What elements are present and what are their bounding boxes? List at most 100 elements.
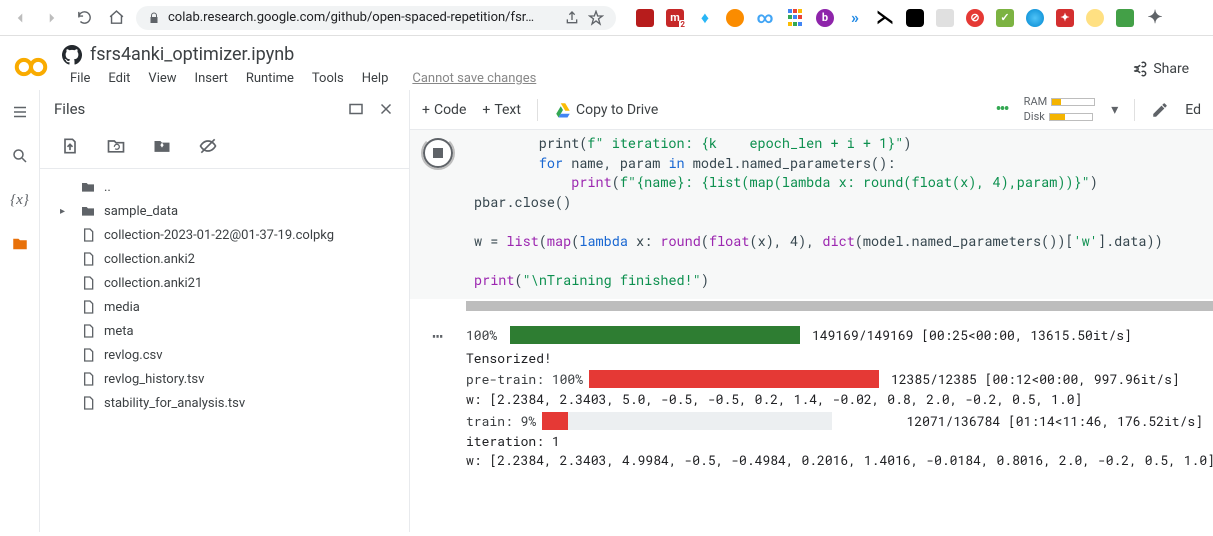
ext-icon[interactable] xyxy=(1086,9,1104,27)
ext-icon[interactable]: ✦ xyxy=(1056,9,1074,27)
resource-meter[interactable]: RAM Disk xyxy=(1024,95,1096,124)
file-icon xyxy=(80,395,98,411)
ext-icon[interactable]: ✓ xyxy=(996,9,1014,27)
menu-edit[interactable]: Edit xyxy=(100,67,138,90)
github-icon xyxy=(62,45,82,65)
file-icon xyxy=(80,347,98,363)
output-text: iteration: 1 xyxy=(410,432,1203,452)
ext-icon[interactable]: b xyxy=(816,9,834,27)
output-text: w: [2.2384, 2.3403, 4.9984, -0.5, -0.498… xyxy=(410,451,1203,471)
menu-view[interactable]: View xyxy=(140,67,184,90)
code-cell[interactable]: print(f" iteration: {k epoch_len + i + 1… xyxy=(410,130,1213,299)
file-item[interactable]: meta xyxy=(40,319,409,343)
back-button[interactable] xyxy=(8,6,32,30)
add-code-button[interactable]: +Code xyxy=(422,102,466,118)
mount-drive-icon[interactable] xyxy=(152,136,172,156)
share-url-icon[interactable] xyxy=(564,10,580,26)
file-item[interactable]: revlog.csv xyxy=(40,343,409,367)
share-label: Share xyxy=(1153,61,1189,77)
refresh-folder-icon[interactable] xyxy=(106,136,126,156)
share-button[interactable]: Share xyxy=(1121,52,1197,86)
progress-bar xyxy=(510,326,800,344)
dropdown-icon[interactable]: ▾ xyxy=(1111,102,1118,118)
ext-icon[interactable] xyxy=(906,9,924,27)
menu-help[interactable]: Help xyxy=(354,67,397,90)
ext-icon[interactable] xyxy=(936,9,954,27)
menu-runtime[interactable]: Runtime xyxy=(238,67,302,90)
padlock-icon xyxy=(148,12,160,24)
notebook-title[interactable]: fsrs4anki_optimizer.ipynb xyxy=(90,44,294,65)
close-panel-icon[interactable] xyxy=(377,100,395,118)
colab-logo-icon xyxy=(12,48,50,86)
folder-icon xyxy=(80,203,98,219)
home-button[interactable] xyxy=(104,6,128,30)
left-rail: {x} xyxy=(0,90,40,532)
edit-pencil-icon[interactable] xyxy=(1151,101,1169,119)
file-item[interactable]: stability_for_analysis.tsv xyxy=(40,391,409,415)
new-window-icon[interactable] xyxy=(347,100,365,118)
file-icon xyxy=(80,275,98,291)
output-menu-icon[interactable]: ⋯ xyxy=(410,323,466,347)
file-icon xyxy=(80,299,98,315)
ext-icon[interactable]: ⊘ xyxy=(966,9,984,27)
code-content[interactable]: print(f" iteration: {k epoch_len + i + 1… xyxy=(466,130,1203,299)
file-label: collection.anki21 xyxy=(104,276,202,291)
progress-bar xyxy=(589,370,879,388)
files-tree: ..▸sample_data collection-2023-01-22@01-3… xyxy=(40,169,409,421)
ext-icon[interactable] xyxy=(1116,9,1134,27)
output-text: w: [2.2384, 2.3403, 5.0, -0.5, -0.5, 0.2… xyxy=(410,390,1203,410)
file-item[interactable]: revlog_history.tsv xyxy=(40,367,409,391)
search-icon[interactable] xyxy=(10,146,30,166)
file-label: collection-2023-01-22@01-37-19.colpkg xyxy=(104,228,334,243)
folder-item[interactable]: ▸sample_data xyxy=(40,199,409,223)
ext-icon[interactable]: ⋋ xyxy=(876,9,894,27)
ext-icon[interactable] xyxy=(636,9,654,27)
variables-icon[interactable]: {x} xyxy=(10,190,30,210)
ext-icon[interactable]: ∞ xyxy=(756,9,774,27)
progress-pct: 100% xyxy=(466,326,504,344)
upload-icon[interactable] xyxy=(60,136,80,156)
horizontal-scrollbar[interactable] xyxy=(466,301,1213,311)
file-item[interactable]: collection.anki21 xyxy=(40,271,409,295)
ext-icon[interactable] xyxy=(726,9,744,27)
ext-icon[interactable]: m2 xyxy=(666,9,684,27)
toc-icon[interactable] xyxy=(10,102,30,122)
reload-button[interactable] xyxy=(72,6,96,30)
progress-stats: 149169/149169 [00:25<00:00, 13615.50it/s… xyxy=(812,326,1132,344)
edit-label: Ed xyxy=(1185,102,1201,118)
file-item[interactable]: collection.anki2 xyxy=(40,247,409,271)
ext-icon[interactable]: » xyxy=(846,9,864,27)
ext-icon[interactable] xyxy=(1026,9,1044,27)
files-panel: Files ..▸sample_data collection-2023-01-2… xyxy=(40,90,410,532)
output-text: Tensorized! xyxy=(410,349,1203,369)
menu-file[interactable]: File xyxy=(62,67,98,90)
hide-files-icon[interactable] xyxy=(198,136,218,156)
files-title: Files xyxy=(54,100,85,118)
progress-bar xyxy=(542,412,832,430)
spinner-icon xyxy=(421,136,455,170)
menu-tools[interactable]: Tools xyxy=(304,67,352,90)
files-icon[interactable] xyxy=(10,234,30,254)
file-label: stability_for_analysis.tsv xyxy=(104,396,245,411)
star-icon[interactable] xyxy=(588,10,604,26)
cell-output: ⋯ 100% 149169/149169 [00:25<00:00, 13615… xyxy=(410,317,1213,481)
url-bar[interactable]: colab.research.google.com/github/open-sp… xyxy=(136,6,616,30)
add-text-button[interactable]: +Text xyxy=(482,102,521,118)
copy-to-drive-button[interactable]: Copy to Drive xyxy=(554,101,658,119)
ext-icon[interactable]: ♦ xyxy=(696,9,714,27)
file-label: revlog_history.tsv xyxy=(104,372,204,387)
ext-icon[interactable] xyxy=(786,9,804,27)
file-label: media xyxy=(104,300,140,315)
extension-icons: m2 ♦ ∞ b » ⋋ ⊘ ✓ ✦ ✦ xyxy=(636,9,1164,27)
file-item[interactable]: collection-2023-01-22@01-37-19.colpkg xyxy=(40,223,409,247)
file-icon xyxy=(80,323,98,339)
file-item[interactable]: media xyxy=(40,295,409,319)
file-label: meta xyxy=(104,324,134,339)
file-icon xyxy=(80,251,98,267)
ext-icon[interactable]: ✦ xyxy=(1146,9,1164,27)
forward-button[interactable] xyxy=(40,6,64,30)
menu-insert[interactable]: Insert xyxy=(187,67,236,90)
progress-label: train: 9% xyxy=(466,412,536,430)
menu-bar: File Edit View Insert Runtime Tools Help… xyxy=(62,67,1121,90)
file-item[interactable]: .. xyxy=(40,175,409,199)
